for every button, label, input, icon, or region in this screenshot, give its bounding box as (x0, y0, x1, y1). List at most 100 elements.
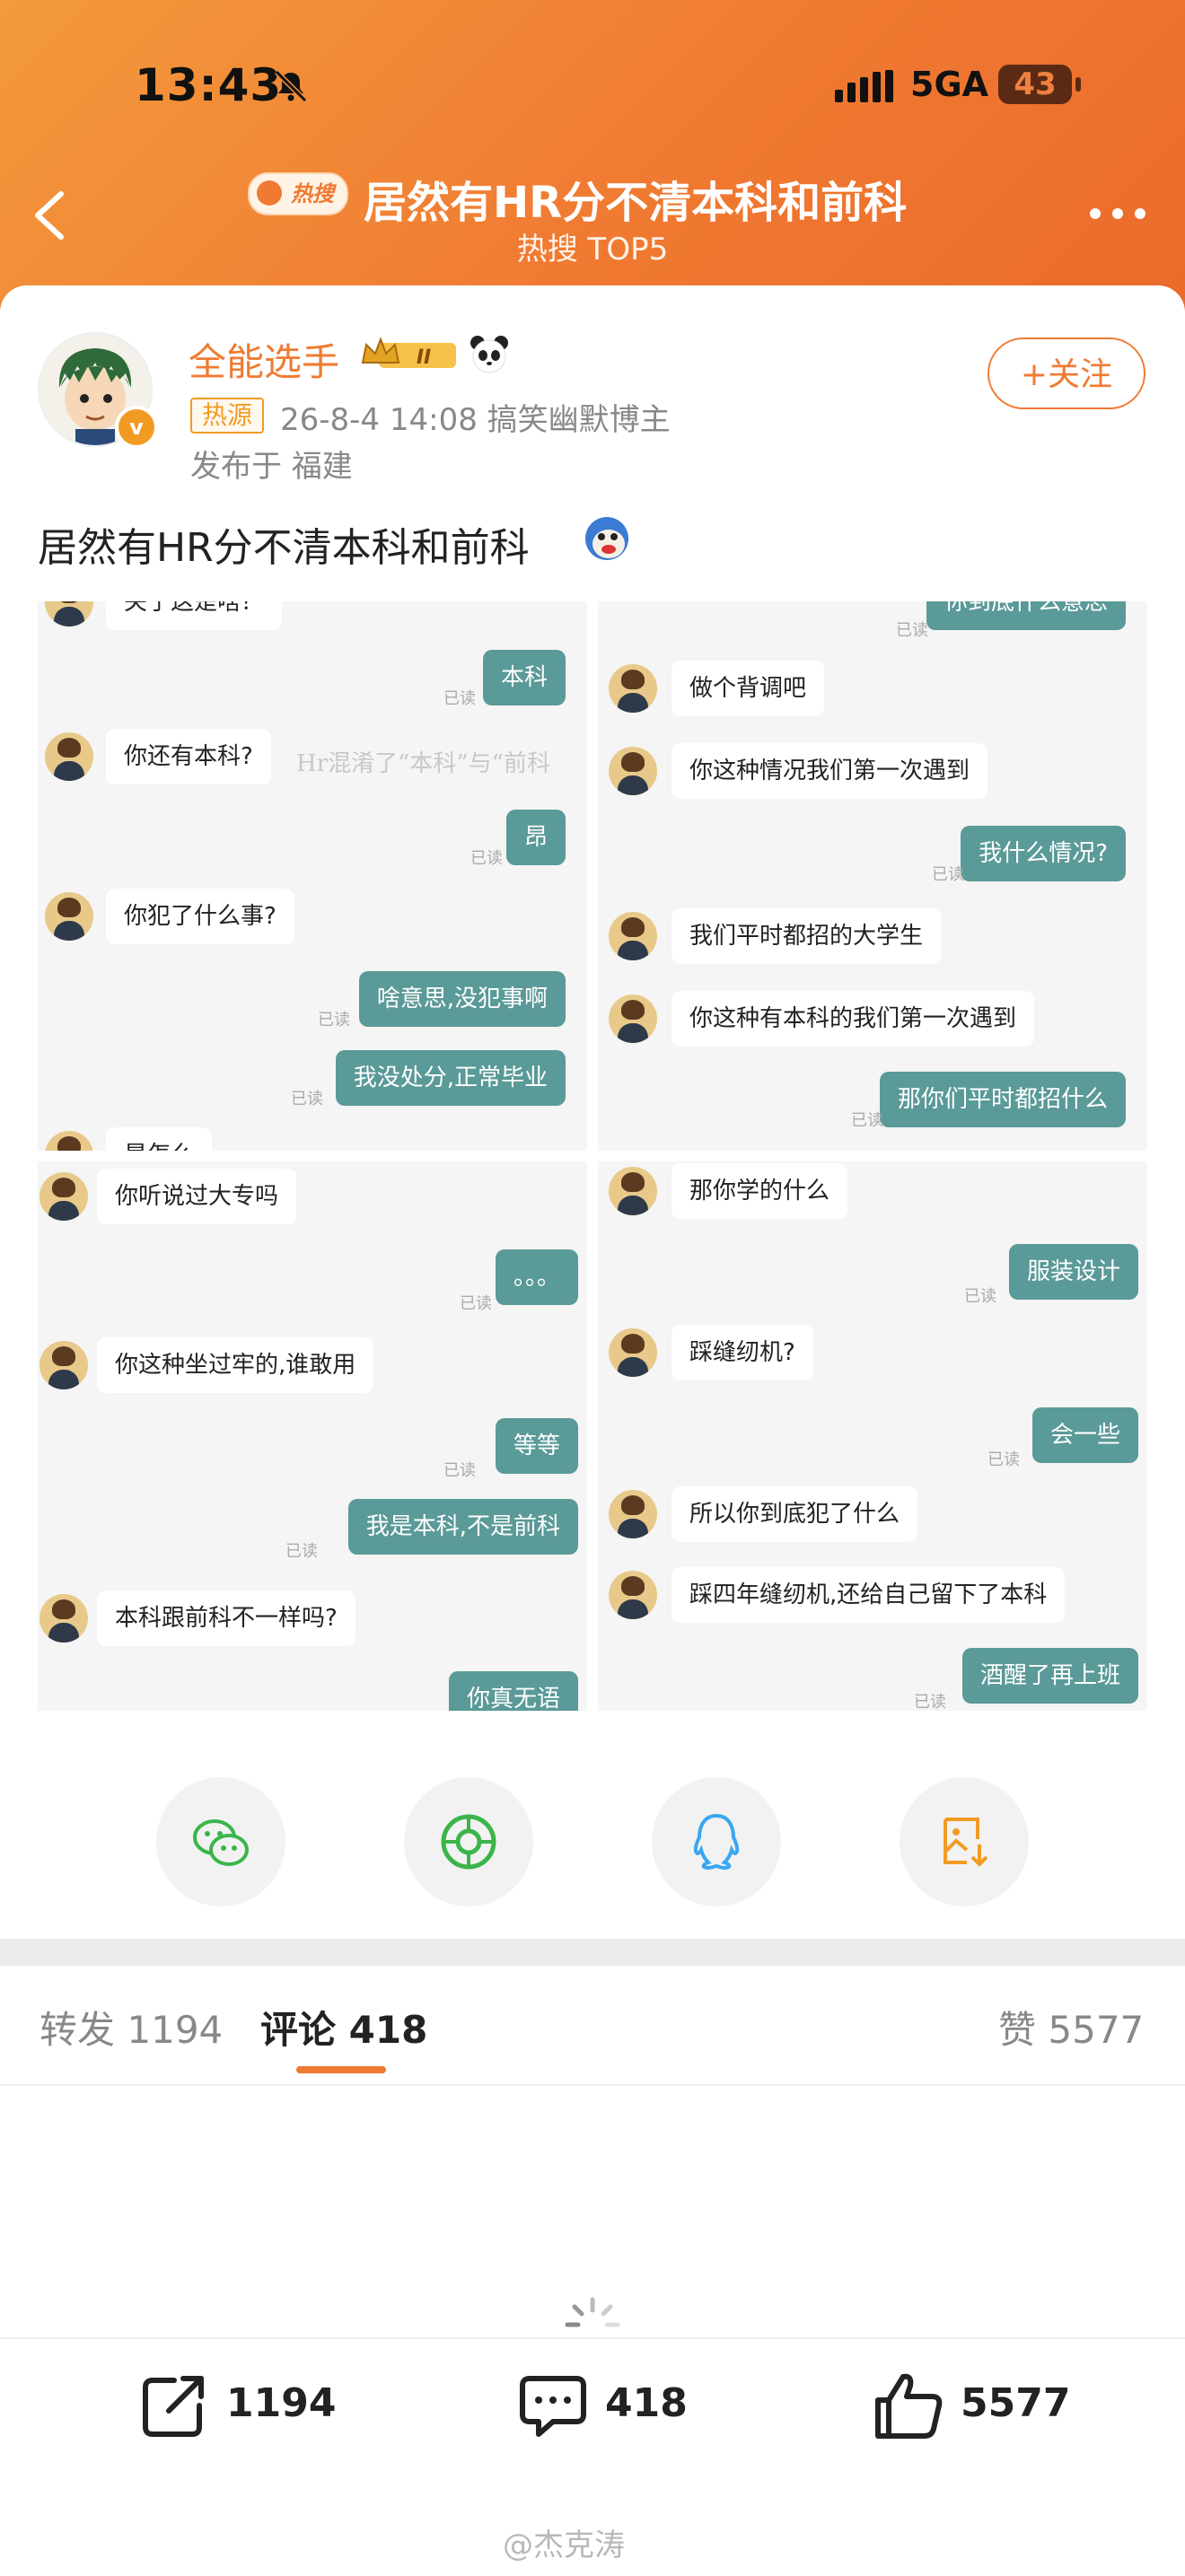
page-subtitle: 热搜 TOP5 (516, 232, 669, 267)
tab-likes-count: 5577 (1048, 2008, 1145, 2052)
chat-bubble-left: 关于这是啥？ (106, 601, 283, 630)
chat-bubble-left: 是怎么 (106, 1127, 213, 1151)
chat-bubble-right: 服装设计 (1008, 1244, 1138, 1300)
tab-likes[interactable]: 赞 5577 (998, 2000, 1144, 2055)
chat-bubble-right: 你真无语 (448, 1671, 578, 1711)
battery-level: 43 (1014, 66, 1057, 102)
battery-tip (1075, 77, 1081, 92)
follow-button[interactable]: +关注 (988, 337, 1146, 409)
share-arrow-icon (143, 2376, 204, 2437)
more-icon[interactable] (1086, 203, 1149, 224)
chat-screenshot-2[interactable]: 你到底什么意思 已读 做个背调吧 你这种情况我们第一次遇到 我什么情况? 已读 … (598, 601, 1147, 1151)
read-label: 已读 (291, 1090, 323, 1108)
read-label: 已读 (285, 1542, 318, 1561)
signal-icon (835, 70, 893, 102)
doge-emoji-icon (585, 517, 628, 560)
post-location: 发布于 福建 (190, 449, 353, 485)
chat-bubble-left: 所以你到底犯了什么 (672, 1486, 918, 1542)
active-tab-indicator (296, 2066, 386, 2073)
tab-repost-count: 1194 (127, 2008, 224, 2052)
chat-bubble-left: 你还有本科? (106, 729, 271, 784)
chat-bubble-right: 我是本科,不是前科 (347, 1499, 578, 1555)
hr-avatar (609, 1328, 657, 1377)
chat-bubble-right: 啥意思,没犯事啊 (358, 971, 566, 1027)
chat-bubble-left: 我们平时都招的大学生 (672, 908, 942, 964)
battery-indicator: 43 (998, 65, 1072, 104)
tab-repost[interactable]: 转发 1194 (40, 2000, 223, 2055)
comment-count: 418 (605, 2380, 688, 2426)
wechat-icon (193, 1819, 249, 1866)
hr-avatar (609, 1167, 657, 1215)
tab-bar-divider (0, 2084, 1185, 2086)
read-label: 已读 (988, 1450, 1020, 1469)
share-qq-button[interactable] (652, 1777, 781, 1906)
flame-icon (257, 180, 282, 206)
like-count: 5577 (961, 2380, 1071, 2426)
hr-avatar (40, 1594, 88, 1643)
verified-badge-icon: v (115, 406, 158, 449)
hr-avatar (609, 664, 657, 713)
chat-bubble-right: 酒醒了再上班 (961, 1648, 1138, 1704)
chat-bubble-left: 踩缝纫机? (672, 1325, 813, 1380)
read-label: 已读 (443, 1461, 476, 1480)
chat-screenshot-1[interactable]: 关于这是啥？ 本科 已读 你还有本科? Hr混淆了“本科”与“前科 昂 已读 你… (38, 601, 587, 1151)
status-time: 13:43 (135, 59, 283, 111)
hr-avatar (609, 1571, 657, 1619)
share-wechat-button[interactable] (156, 1777, 285, 1906)
hot-search-badge-label: 热搜 (291, 181, 334, 206)
hr-avatar (45, 892, 93, 941)
page-title: 居然有HR分不清本科和前科 (364, 178, 908, 228)
hot-search-badge: 热搜 (248, 172, 348, 215)
chat-bubble-right: 你到底什么意思 (926, 601, 1126, 630)
chat-bubble-left: 本科跟前科不一样吗? (97, 1590, 356, 1646)
qq-icon (693, 1813, 740, 1871)
section-divider (0, 1939, 1185, 1966)
tab-comments-label: 评论 (260, 2008, 337, 2052)
hr-avatar (40, 1172, 88, 1221)
chat-bubble-right: 本科 (482, 650, 566, 705)
chat-bubble-right: 那你们平时都招什么 (879, 1072, 1126, 1127)
share-moments-button[interactable] (404, 1777, 533, 1906)
read-label: 已读 (460, 1294, 492, 1313)
tab-likes-label: 赞 (998, 2008, 1037, 2052)
panda-icon (470, 336, 508, 373)
post-meta: 26-8-4 14:08 搞笑幽默博主 (280, 402, 671, 438)
read-label: 已读 (932, 865, 964, 884)
hot-source-tag: 热源 (190, 398, 264, 434)
header-background (0, 0, 1185, 323)
thumbs-up-icon (875, 2373, 943, 2439)
read-label: 已读 (851, 1111, 883, 1130)
chat-screenshot-4[interactable]: 那你学的什么 服装设计 已读 踩缝纫机? 会一些 已读 所以你到底犯了什么 踩四… (598, 1161, 1147, 1711)
tab-repost-label: 转发 (40, 2008, 116, 2052)
chat-bubble-right: 昂 (505, 810, 566, 865)
bell-muted-icon (274, 69, 308, 103)
image-watermark: Hr混淆了“本科”与“前科 (296, 750, 550, 777)
crown-level-badge-icon: II (361, 337, 456, 369)
read-label: 已读 (443, 689, 476, 708)
chat-screenshot-3[interactable]: 你听说过大专吗 。。。 已读 你这种坐过牢的,谁敢用 等等 已读 我是本科,不是… (38, 1161, 587, 1711)
chat-bubble-left: 你这种坐过牢的,谁敢用 (97, 1337, 374, 1393)
chat-bubble-left: 踩四年缝纫机,还给自己留下了本科 (672, 1567, 1066, 1623)
read-label: 已读 (470, 849, 503, 868)
author-name[interactable]: 全能选手 (189, 332, 339, 387)
chat-bubble-left: 做个背调吧 (672, 661, 825, 716)
chat-bubble-left: 你这种情况我们第一次遇到 (672, 743, 988, 799)
hr-avatar (45, 732, 93, 781)
hr-avatar (45, 601, 93, 626)
comment-icon (520, 2376, 586, 2437)
chat-bubble-right: 我什么情况? (961, 826, 1126, 881)
moments-icon (441, 1814, 496, 1870)
hr-avatar (609, 912, 657, 960)
tab-comments[interactable]: 评论 418 (260, 2000, 427, 2055)
chat-bubble-left: 你犯了什么事? (106, 889, 294, 944)
hr-avatar (45, 1131, 93, 1151)
hr-avatar (609, 994, 657, 1043)
read-label: 已读 (914, 1693, 946, 1711)
save-image-icon (944, 1818, 988, 1867)
chat-bubble-left: 你这种有本科的我们第一次遇到 (672, 991, 1035, 1047)
level-label: II (417, 346, 431, 369)
chat-bubble-right: 。。。 (495, 1249, 578, 1305)
save-image-button[interactable] (900, 1777, 1029, 1906)
chat-bubble-left: 那你学的什么 (672, 1163, 848, 1219)
chat-bubble-right: 等等 (495, 1418, 578, 1474)
